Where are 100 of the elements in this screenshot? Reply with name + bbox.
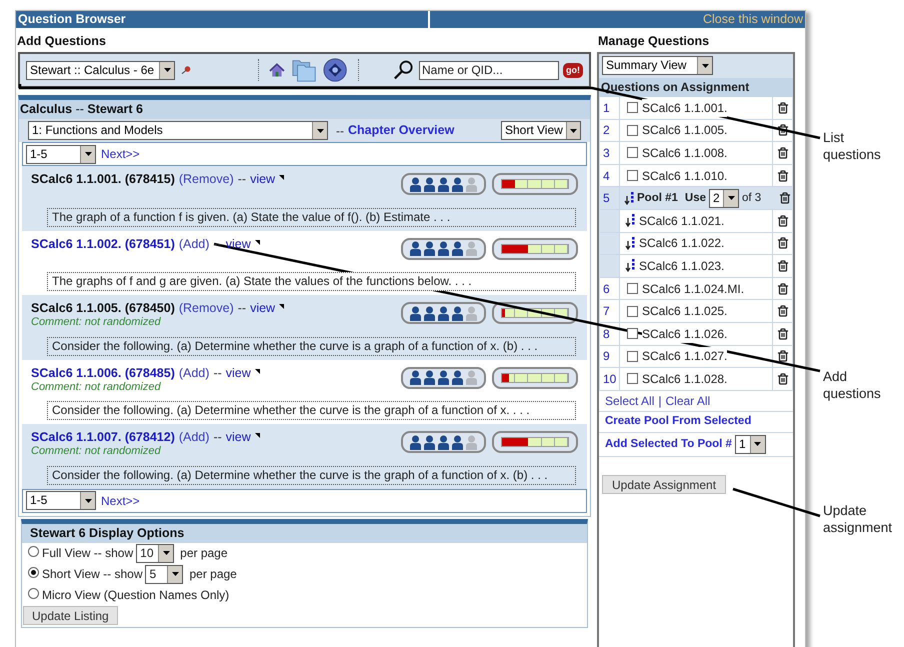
dropdown[interactable]: 1-5 [26,491,96,510]
update-assignment-button[interactable]: Update Assignment [602,474,726,494]
pin-icon[interactable] [181,65,192,75]
checkbox[interactable] [627,328,638,340]
trash-icon[interactable] [776,214,788,227]
view-link[interactable]: view [250,172,276,187]
next-link[interactable]: Next>> [101,145,140,163]
radio-button[interactable] [28,588,39,598]
dropdown[interactable]: Stewart :: Calculus - 6e [26,60,176,80]
action-link[interactable]: (Add) [178,430,210,445]
view-link[interactable]: view [226,236,251,252]
action-link[interactable]: (Add) [178,236,210,252]
person-icon [424,306,435,320]
dropdown[interactable]: 1: Functions and Models [28,121,328,140]
trash-icon[interactable] [776,124,788,136]
trash-icon[interactable] [776,170,788,182]
checkbox[interactable] [627,102,638,114]
trash-icon[interactable] [776,237,788,250]
dropdown[interactable]: 5 [145,564,184,584]
dropdown[interactable]: Summary View [602,56,713,75]
question-preview: Consider the following. (a) Determine whether the curve is a graph of a function of x. (b) . . . [47,336,576,356]
chapter-overview-link[interactable]: Chapter Overview [348,121,454,140]
trash-icon[interactable] [776,305,788,318]
home-icon[interactable] [269,62,286,78]
question-name: SCalc6 1.1.022. [639,235,724,252]
person-icon [452,370,463,385]
add-to-pool-link[interactable]: Add Selected To Pool # [605,436,732,453]
checkbox[interactable] [627,124,638,136]
question-title[interactable]: SCalc6 1.1.002. (678451) [31,236,175,252]
checkbox[interactable] [627,350,638,362]
trash-icon[interactable] [776,260,788,272]
row-number: 2 [600,120,620,142]
dropdown[interactable]: 10 [136,544,174,562]
row-number: 9 [600,346,620,368]
next-link[interactable]: Next>> [101,492,140,510]
callout-text: Update assignment [823,502,894,536]
action-link[interactable]: (Remove) [178,301,234,316]
person-icon [424,241,435,256]
search-icon[interactable] [392,59,413,81]
person-icon [466,370,477,385]
checkbox[interactable] [627,283,638,294]
caret-icon [728,196,735,200]
trash-icon[interactable] [779,192,791,204]
search-field[interactable]: Name or QID... [419,60,559,80]
row-number: 6 [600,278,620,300]
caret-icon [702,64,708,68]
radio-button[interactable] [28,566,39,578]
question-preview: Consider the following. (a) Determine whether the curve is the graph of a function of x. (b) . . . [47,466,576,484]
trash-icon[interactable] [776,102,788,114]
corner-mark-icon [254,240,260,244]
question-title[interactable]: SCalc6 1.1.006. (678485) [31,366,175,380]
radio-button[interactable] [28,546,39,556]
select-all-link[interactable]: Select All [605,392,654,410]
go-button[interactable]: go! [563,62,583,78]
person-icon [438,241,449,256]
question-title[interactable]: SCalc6 1.1.001. (678415) [31,172,175,187]
person-icon [452,306,463,320]
window-title: Question Browser [16,11,430,28]
pool-name: Pool #1 [637,190,678,206]
trash-icon[interactable] [776,146,788,159]
row-number: 5 [600,187,620,209]
trash-icon[interactable] [776,372,788,385]
question-title[interactable]: SCalc6 1.1.007. (678412) [31,430,175,445]
question-title[interactable]: SCalc6 1.1.005. (678450) [31,301,175,316]
trash-icon[interactable] [776,328,788,340]
corner-mark-icon [279,304,284,309]
checkbox[interactable] [627,147,638,158]
help-icon[interactable] [323,57,348,83]
dropdown[interactable]: 2 [709,188,740,208]
row-number: 3 [600,142,620,164]
person-icon [438,370,449,385]
callout-text: List questions [823,129,882,163]
caret-icon [570,128,577,132]
dropdown[interactable]: Short View [501,121,581,140]
close-link[interactable]: Close this window [702,11,803,28]
callout-text: Add questions [823,368,882,402]
view-link[interactable]: view [226,430,251,445]
view-link[interactable]: view [250,301,276,316]
dropdown[interactable]: 1-5 [26,144,96,164]
caret-icon [316,128,324,132]
pool-icon [625,259,635,272]
checkbox[interactable] [627,306,638,317]
action-link[interactable]: (Remove) [178,172,234,187]
trash-icon[interactable] [776,350,788,362]
separator-text: -- [213,430,222,445]
person-icon [452,434,463,450]
clear-all-link[interactable]: Clear All [665,392,710,410]
action-link[interactable]: (Add) [178,366,210,380]
trash-icon[interactable] [776,282,788,295]
comment-text: Comment: not randomized [31,316,162,329]
pool-icon [624,192,634,205]
checkbox[interactable] [627,373,638,384]
option-suffix: per page [189,566,237,583]
row-number: 4 [600,164,620,186]
checkbox[interactable] [627,170,638,182]
view-link[interactable]: view [226,366,251,380]
person-icon [438,176,449,192]
update-listing-button[interactable]: Update Listing [23,606,118,624]
create-pool-link[interactable]: Create Pool From Selected [605,413,752,430]
dropdown[interactable]: 1 [734,434,766,454]
